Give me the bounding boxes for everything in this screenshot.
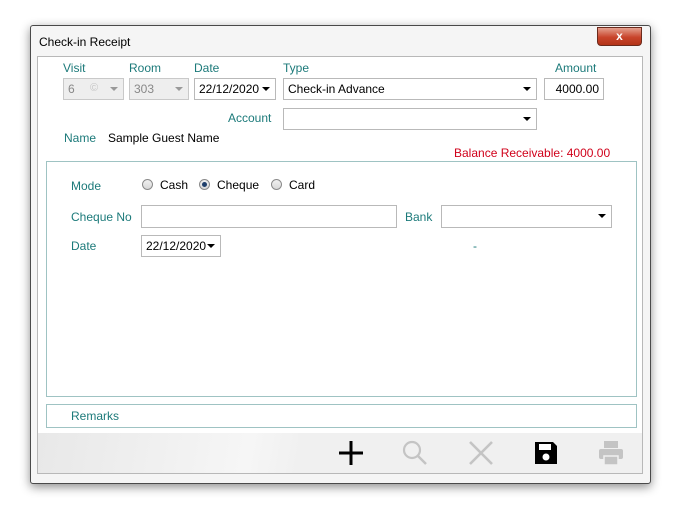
chevron-down-icon: [523, 117, 531, 121]
payment-panel: Mode Cash Cheque Card Cheque No Bank Dat…: [46, 161, 637, 397]
cheque-date-picker[interactable]: 22/12/2020: [141, 235, 221, 257]
account-label: Account: [228, 111, 272, 125]
dash-text: -: [473, 239, 477, 253]
watermark-mark: ©: [90, 82, 99, 94]
mode-cheque-radio[interactable]: [199, 179, 210, 190]
amount-value: 4000.00: [555, 82, 599, 96]
visit-value: 6: [68, 82, 75, 96]
date-picker[interactable]: 22/12/2020: [194, 78, 276, 100]
amount-label: Amount: [555, 61, 597, 75]
mode-cash-label: Cash: [160, 178, 189, 192]
add-icon: [339, 441, 363, 465]
date-label: Date: [194, 61, 220, 75]
mode-cheque-label: Cheque: [217, 178, 260, 192]
action-toolbar: [38, 433, 642, 473]
print-icon: [599, 441, 623, 466]
type-select[interactable]: Check-in Advance: [283, 78, 537, 100]
chevron-down-icon: [175, 87, 183, 91]
mode-label: Mode: [71, 179, 102, 193]
save-button[interactable]: [531, 438, 561, 468]
cheque-date-label: Date: [71, 239, 97, 253]
mode-card-radio[interactable]: [271, 179, 282, 190]
remarks-panel[interactable]: Remarks: [46, 404, 637, 428]
bank-label: Bank: [405, 210, 433, 224]
cancel-icon: [469, 441, 493, 465]
mode-cash-radio[interactable]: [142, 179, 153, 190]
chevron-down-icon: [523, 87, 531, 91]
type-value: Check-in Advance: [288, 82, 385, 96]
cancel-button[interactable]: [466, 438, 496, 468]
visit-label: Visit: [63, 61, 86, 75]
title-bar: Check-in Receipt x: [31, 26, 650, 56]
room-value: 303: [134, 82, 155, 96]
form-body: Visit Room Date Type Amount 6 303 22/12/…: [37, 56, 643, 474]
cheque-no-input[interactable]: [141, 205, 397, 228]
guest-name: Sample Guest Name: [108, 131, 220, 145]
search-button[interactable]: [400, 438, 430, 468]
room-select[interactable]: 303: [129, 78, 189, 100]
add-button[interactable]: [336, 438, 366, 468]
chevron-down-icon: [262, 87, 270, 91]
window-title: Check-in Receipt: [39, 35, 131, 49]
amount-input[interactable]: 4000.00: [544, 78, 604, 100]
search-icon: [402, 440, 427, 465]
close-icon: x: [616, 29, 623, 43]
bank-select[interactable]: [441, 205, 612, 228]
remarks-label: Remarks: [71, 409, 120, 423]
receipt-window: Check-in Receipt x Visit Room Date Type …: [30, 25, 651, 484]
close-button[interactable]: x: [597, 27, 642, 46]
cheque-no-label: Cheque No: [71, 210, 132, 224]
chevron-down-icon: [207, 244, 215, 248]
chevron-down-icon: [598, 214, 606, 218]
room-label: Room: [129, 61, 162, 75]
type-label: Type: [283, 61, 310, 75]
balance-receivable: Balance Receivable: 4000.00: [454, 146, 611, 160]
chevron-down-icon: [110, 87, 118, 91]
date-value: 22/12/2020: [199, 82, 260, 96]
mode-card-label: Card: [289, 178, 316, 192]
toolbar-background: [38, 433, 298, 473]
save-icon: [535, 442, 557, 464]
cheque-date-value: 22/12/2020: [146, 239, 207, 253]
account-select[interactable]: [283, 108, 537, 130]
print-button[interactable]: [596, 438, 626, 468]
name-label: Name: [64, 131, 97, 145]
